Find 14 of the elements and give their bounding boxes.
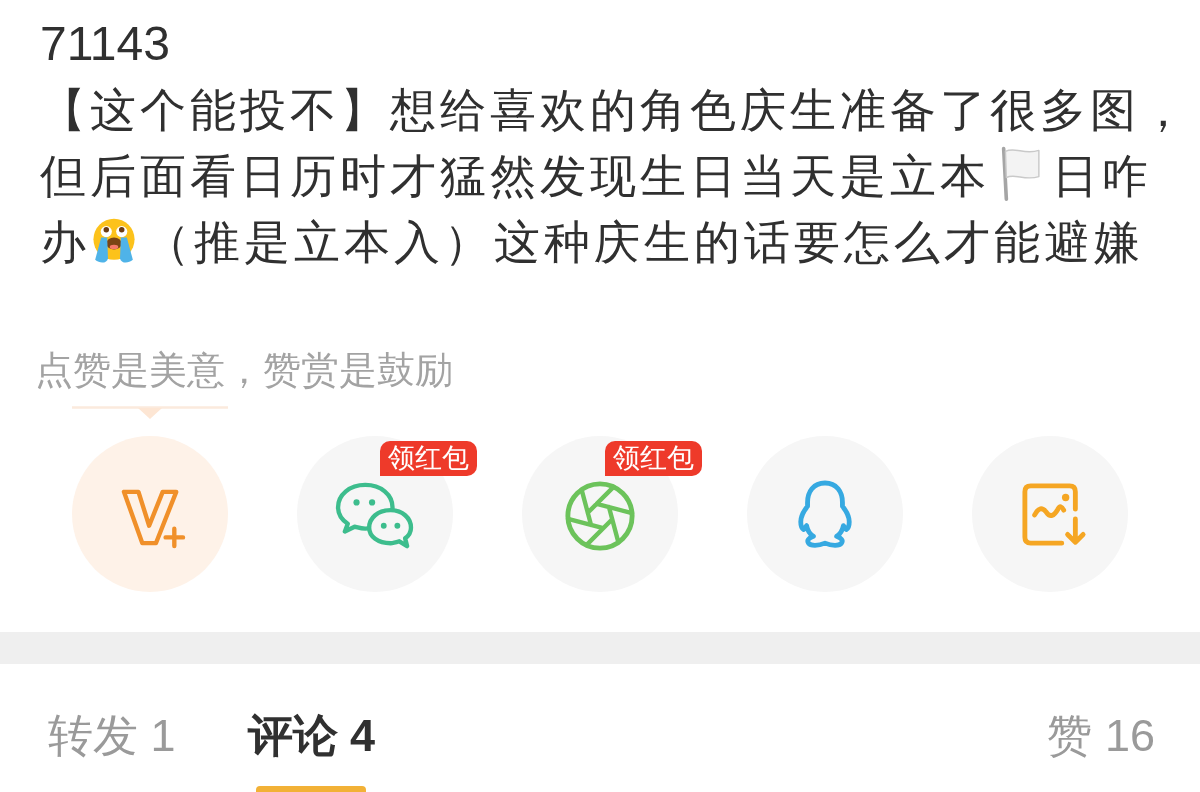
v-plus-icon <box>120 487 186 549</box>
crying-face-icon <box>90 217 138 265</box>
image-download-icon <box>1021 482 1087 548</box>
post-title: 71143 <box>40 16 170 72</box>
promo-badge: 领红包 <box>380 441 477 476</box>
tip-text: 点赞是美意，赞赏是鼓励 <box>35 348 453 393</box>
aperture-icon <box>563 479 637 553</box>
tab[interactable]: 转发 1 <box>48 712 176 760</box>
promo-badge: 领红包 <box>605 441 702 476</box>
tab[interactable]: 赞 16 <box>1047 712 1155 760</box>
tab[interactable]: 评论 4 <box>247 712 376 760</box>
post-text: 【这个能投不】想给喜欢的角色庆生准备了很多图，但后面看日历时才猛然发现生日当天是立本 日咋办 （推是立本入）这种庆生的话要怎么才能避嫌 <box>40 83 1191 270</box>
pointer-icon <box>72 406 228 420</box>
chat-bubbles-icon <box>334 481 416 551</box>
